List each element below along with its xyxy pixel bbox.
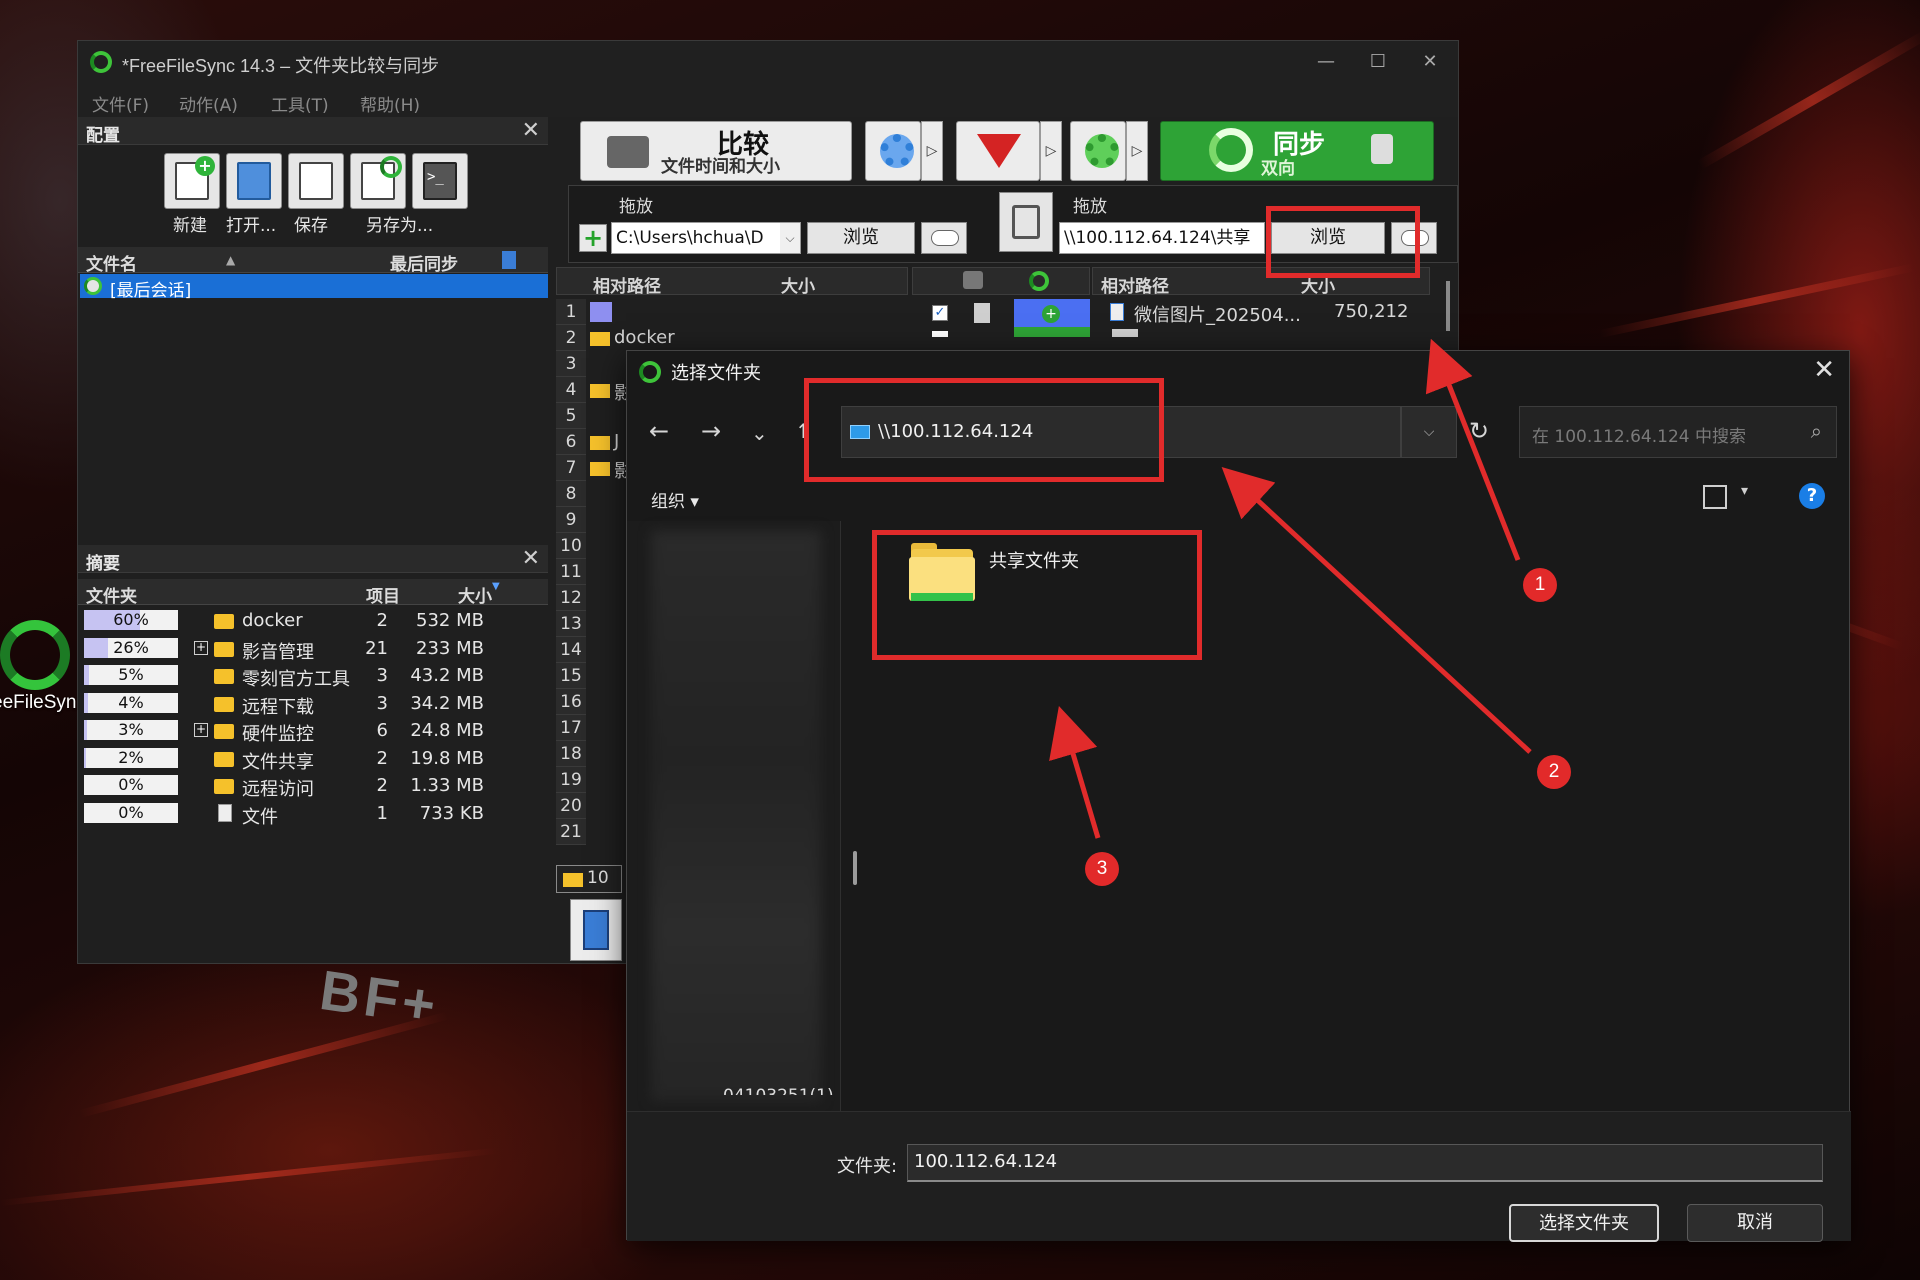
annotation-arrows (1049, 338, 1532, 839)
arrow-2 (1221, 467, 1532, 754)
annotation-number-2: 2 (1537, 755, 1571, 789)
annotation-number-3: 3 (1085, 852, 1119, 886)
annotation-number-1: 1 (1523, 568, 1557, 602)
arrow-3 (1049, 706, 1101, 839)
arrow-1 (1425, 338, 1521, 561)
